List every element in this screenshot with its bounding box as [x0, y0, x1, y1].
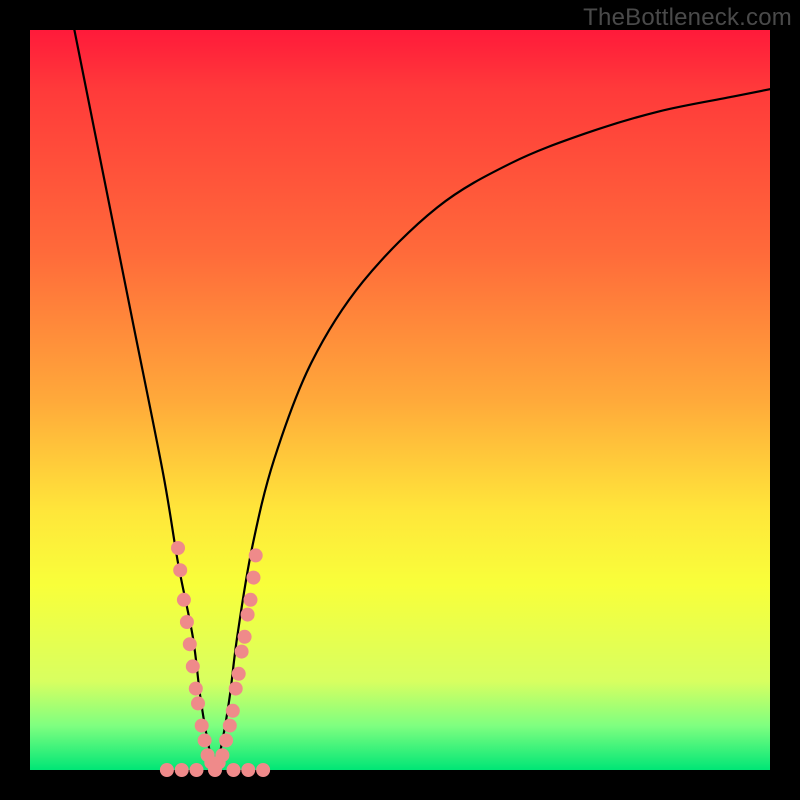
marker-dot [180, 615, 194, 629]
marker-dot [177, 593, 191, 607]
marker-dot [215, 748, 229, 762]
marker-dot [227, 763, 241, 777]
highlight-markers [160, 541, 270, 777]
marker-dot [198, 733, 212, 747]
marker-dot [189, 682, 203, 696]
marker-dot [219, 733, 233, 747]
marker-dot [244, 593, 258, 607]
marker-dot [229, 682, 243, 696]
marker-dot [247, 571, 261, 585]
marker-dot [238, 630, 252, 644]
marker-dot [223, 719, 237, 733]
marker-dot [175, 763, 189, 777]
marker-dot [226, 704, 240, 718]
marker-dot [191, 696, 205, 710]
watermark-text: TheBottleneck.com [583, 4, 792, 32]
bottleneck-curve [74, 30, 770, 770]
marker-dot [232, 667, 246, 681]
marker-dot [241, 608, 255, 622]
marker-dot [249, 548, 263, 562]
marker-dot [235, 645, 249, 659]
marker-dot [241, 763, 255, 777]
marker-dot [160, 763, 174, 777]
chart-frame: TheBottleneck.com [0, 0, 800, 800]
marker-dot [195, 719, 209, 733]
marker-dot [186, 659, 200, 673]
marker-dot [173, 563, 187, 577]
marker-dot [171, 541, 185, 555]
chart-svg [30, 30, 770, 770]
marker-dot [190, 763, 204, 777]
marker-dot [256, 763, 270, 777]
plot-area [30, 30, 770, 770]
marker-dot [183, 637, 197, 651]
